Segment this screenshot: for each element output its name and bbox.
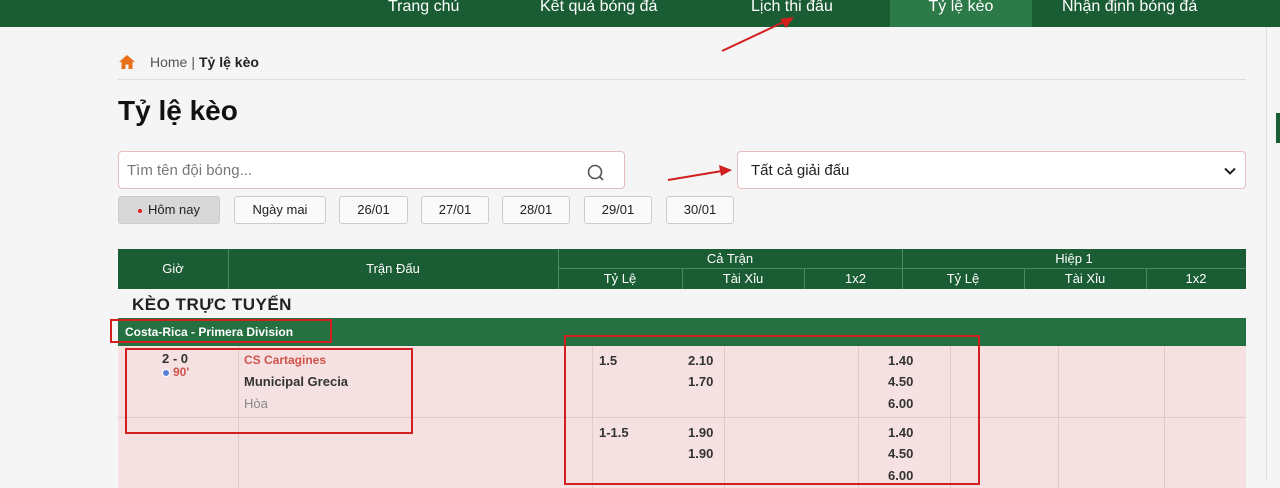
date-today[interactable]: Hôm nay <box>118 196 220 224</box>
date-29-01[interactable]: 29/01 <box>584 196 652 224</box>
team-search <box>118 151 625 189</box>
live-dot <box>137 208 142 213</box>
breadcrumb-separator: | <box>191 54 195 70</box>
date-30-01[interactable]: 30/01 <box>666 196 734 224</box>
header-full-time: Cả Trận <box>706 251 754 266</box>
header-ft-handicap: Tỷ Lệ <box>603 271 637 286</box>
scrollbar-thumb[interactable] <box>1276 113 1280 143</box>
nav-results[interactable]: Kết quả bóng đá <box>540 0 657 27</box>
home-icon[interactable] <box>118 54 136 70</box>
header-time: Giờ <box>162 261 184 276</box>
breadcrumb: Home | Tỷ lệ kèo <box>118 52 259 72</box>
header-h1-over-under: Tài Xỉu <box>1064 271 1106 286</box>
league-select[interactable]: Tất cả giải đấu <box>737 151 1246 189</box>
annotation-box-league <box>110 319 332 343</box>
annotation-arrow-nav <box>721 17 794 52</box>
date-26-01[interactable]: 26/01 <box>339 196 408 224</box>
date-28-01[interactable]: 28/01 <box>502 196 570 224</box>
section-title-live: KÈO TRỰC TUYẾN <box>132 295 292 314</box>
header-ft-over-under: Tài Xỉu <box>722 271 764 286</box>
nav-predictions[interactable]: Nhận định bóng đá <box>1062 0 1197 27</box>
annotation-box-odds <box>564 335 980 485</box>
nav-odds[interactable]: Tỷ lệ kèo <box>890 0 1032 27</box>
date-27-01[interactable]: 27/01 <box>421 196 489 224</box>
page-edge <box>1266 27 1267 480</box>
top-navigation: Trang chủ Kết quả bóng đá Lịch thi đấu T… <box>0 0 1280 27</box>
header-match: Trận Đấu <box>366 261 420 276</box>
header-half1: Hiệp 1 <box>1055 251 1093 266</box>
header-ft-1x2: 1x2 <box>845 271 866 286</box>
date-tomorrow[interactable]: Ngày mai <box>234 196 326 224</box>
chevron-down-icon <box>1224 167 1236 175</box>
breadcrumb-current: Tỷ lệ kèo <box>199 54 259 70</box>
header-h1-handicap: Tỷ Lệ <box>946 271 980 286</box>
search-icon[interactable] <box>586 163 606 183</box>
annotation-box-match <box>125 348 413 434</box>
header-h1-1x2: 1x2 <box>1185 271 1207 286</box>
breadcrumb-divider <box>118 79 1246 80</box>
annotation-arrow-select <box>667 165 732 181</box>
page-title: Tỷ lệ kèo <box>118 95 238 126</box>
nav-home[interactable]: Trang chủ <box>388 0 459 27</box>
date-today-label: Hôm nay <box>147 202 201 217</box>
league-select-value: Tất cả giải đấu <box>751 162 850 179</box>
breadcrumb-home-link[interactable]: Home <box>150 54 187 70</box>
search-input[interactable] <box>127 160 567 180</box>
